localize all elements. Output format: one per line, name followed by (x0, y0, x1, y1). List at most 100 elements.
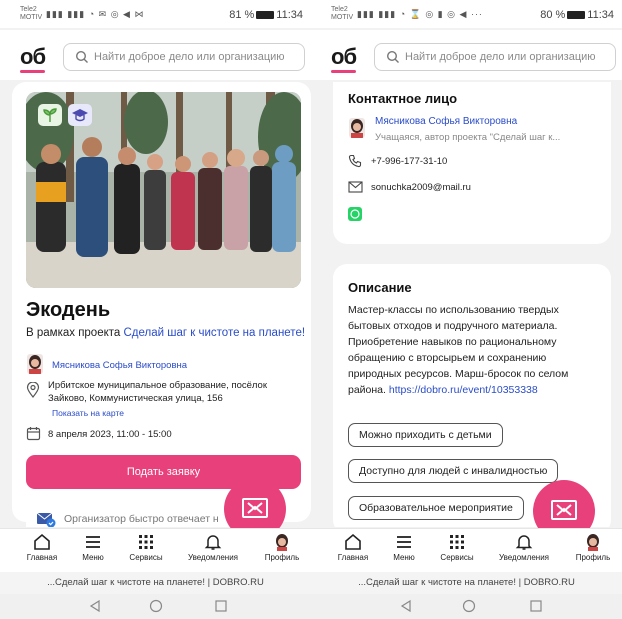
sprout-icon (38, 104, 62, 126)
system-navigation (311, 594, 622, 619)
url-bar[interactable]: ...Сделай шаг к чистоте на планете! | DO… (0, 572, 311, 594)
bottom-navigation: Главная Меню Сервисы Уведомления Профиль (0, 528, 311, 572)
search-input[interactable] (405, 48, 610, 66)
description-heading: Описание (348, 280, 412, 295)
tag-accessible[interactable]: Доступно для людей с инвалидностью (348, 459, 559, 483)
battery-percent: 81 % (229, 9, 255, 21)
nav-menu[interactable]: Меню (63, 533, 123, 562)
battery-icon (567, 11, 586, 20)
mail-check-icon (36, 512, 56, 527)
search-icon (386, 50, 399, 63)
contact-email[interactable]: sonuchka2009@mail.ru (371, 182, 471, 193)
description-line: района. https://dobro.ru/event/10353338 (348, 382, 608, 398)
nav-services[interactable]: Сервисы (116, 533, 176, 562)
carrier-label: Tele2 MOTIV (20, 6, 43, 21)
nav-menu-label: Меню (393, 553, 415, 562)
organizer-note-text: Организатор быстро отвечает н (64, 513, 219, 525)
avatar[interactable] (27, 354, 43, 374)
show-on-map-link[interactable]: Показать на карте (52, 408, 124, 418)
bottom-navigation: Главная Меню Сервисы Уведомления Профиль (311, 528, 622, 572)
project-link[interactable]: Сделай шаг к чистоте на планете! (124, 327, 306, 339)
recent-apps-icon[interactable] (214, 599, 228, 613)
description-line: бытовых отходов и подручного материала. (348, 320, 558, 332)
battery-icon (256, 11, 275, 20)
details-content[interactable]: Контактное лицо Мясникова Софья Викторов… (311, 82, 622, 527)
url-bar[interactable]: ...Сделай шаг к чистоте на планете! | DO… (311, 572, 622, 594)
status-bar: Tele2 MOTIV ▮▮▮ ▮▮▮ ◔ ✉ ◎ ◀ ⋈ 81 % 11:34 (0, 0, 311, 28)
nav-profile-label: Профиль (264, 553, 300, 562)
tag-educational[interactable]: Образовательное мероприятие (348, 496, 524, 520)
menu-icon (397, 536, 411, 548)
back-icon[interactable] (88, 599, 102, 613)
home-circle-icon[interactable] (462, 599, 476, 613)
graduation-cap-icon (68, 104, 92, 126)
bell-icon (515, 535, 533, 550)
nav-home-label: Главная (337, 553, 369, 562)
contact-name-link[interactable]: Мясникова Софья Викторовна (375, 116, 517, 127)
nav-menu[interactable]: Меню (374, 533, 434, 562)
chat-icon (551, 500, 577, 520)
home-icon (345, 533, 361, 550)
avatar[interactable] (349, 118, 365, 138)
event-url-link[interactable]: https://dobro.ru/event/10353338 (389, 384, 538, 396)
dobro-logo[interactable]: об (331, 44, 357, 73)
search-bar[interactable] (374, 43, 616, 71)
whatsapp-icon[interactable] (348, 207, 362, 221)
status-right: 81 % 11:34 (229, 9, 303, 21)
nav-notifications-label: Уведомления (498, 553, 550, 562)
phone-screen-event: Tele2 MOTIV ▮▮▮ ▮▮▮ ◔ ✉ ◎ ◀ ⋈ 81 % 11:34 о… (0, 0, 311, 619)
project-prefix: В рамках проекта (26, 327, 124, 339)
status-right: 80 % 11:34 (540, 9, 614, 21)
description-line: обращению с вторсырьем и сохранению (348, 352, 547, 364)
grid-icon (139, 535, 153, 549)
chat-icon (242, 498, 268, 518)
event-content[interactable]: Экодень В рамках проекта Сделай шаг к чи… (0, 82, 311, 527)
nav-services[interactable]: Сервисы (427, 533, 487, 562)
clock: 11:34 (587, 9, 614, 21)
nav-profile[interactable]: Профиль (252, 533, 311, 562)
recent-apps-icon[interactable] (529, 599, 543, 613)
nav-services-label: Сервисы (440, 553, 474, 562)
search-input[interactable] (94, 48, 299, 66)
search-bar[interactable] (63, 43, 305, 71)
app-header: об (311, 30, 622, 80)
menu-icon (86, 536, 100, 548)
contact-heading: Контактное лицо (348, 91, 458, 106)
calendar-icon (26, 427, 41, 441)
nav-notifications[interactable]: Уведомления (494, 533, 554, 562)
event-date: 8 апреля 2023, 11:00 - 15:00 (48, 429, 172, 440)
phone-icon (348, 154, 362, 168)
app-header: об (0, 30, 311, 80)
nav-services-label: Сервисы (129, 553, 163, 562)
nav-profile-label: Профиль (575, 553, 611, 562)
dobro-logo[interactable]: об (20, 44, 46, 73)
clock: 11:34 (276, 9, 303, 21)
nav-notifications-label: Уведомления (187, 553, 239, 562)
event-title: Экодень (26, 299, 111, 321)
description-text: Мастер-классы по использованию твердых б… (348, 302, 608, 398)
signal-icons: ▮▮▮ ▮▮▮ ◔ ⌛ ◎ ▮ ◎ ◀ ··· (357, 9, 483, 19)
signal-icons: ▮▮▮ ▮▮▮ ◔ ✉ ◎ ◀ ⋈ (46, 9, 145, 19)
system-navigation (0, 594, 311, 619)
nav-notifications[interactable]: Уведомления (183, 533, 243, 562)
phone-screen-details: Tele2 MOTIV ▮▮▮ ▮▮▮ ◔ ⌛ ◎ ▮ ◎ ◀ ··· 80 % 1… (311, 0, 622, 619)
nav-profile[interactable]: Профиль (563, 533, 622, 562)
organizer-link[interactable]: Мясникова Софья Викторовна (52, 360, 187, 371)
back-icon[interactable] (399, 599, 413, 613)
project-line: В рамках проекта Сделай шаг к чистоте на… (26, 327, 306, 339)
event-photo (26, 92, 301, 288)
tag-children-welcome[interactable]: Можно приходить с детьми (348, 423, 503, 447)
search-icon (75, 50, 88, 63)
status-bar: Tele2 MOTIV ▮▮▮ ▮▮▮ ◔ ⌛ ◎ ▮ ◎ ◀ ··· 80 % 1… (311, 0, 622, 28)
contact-phone[interactable]: +7-996-177-31-10 (371, 156, 447, 167)
description-line: природных ресурсов. Марш-бросок по селом (348, 368, 569, 380)
description-line: Приобретение навыков по рациональному (348, 336, 557, 348)
contact-role: Учащаяся, автор проекта "Сделай шаг к... (375, 132, 561, 143)
profile-avatar-icon (587, 534, 599, 551)
bell-icon (204, 535, 222, 550)
profile-avatar-icon (276, 534, 288, 551)
description-last-text: района. (348, 384, 386, 396)
home-icon (34, 533, 50, 550)
grid-icon (450, 535, 464, 549)
home-circle-icon[interactable] (149, 599, 163, 613)
